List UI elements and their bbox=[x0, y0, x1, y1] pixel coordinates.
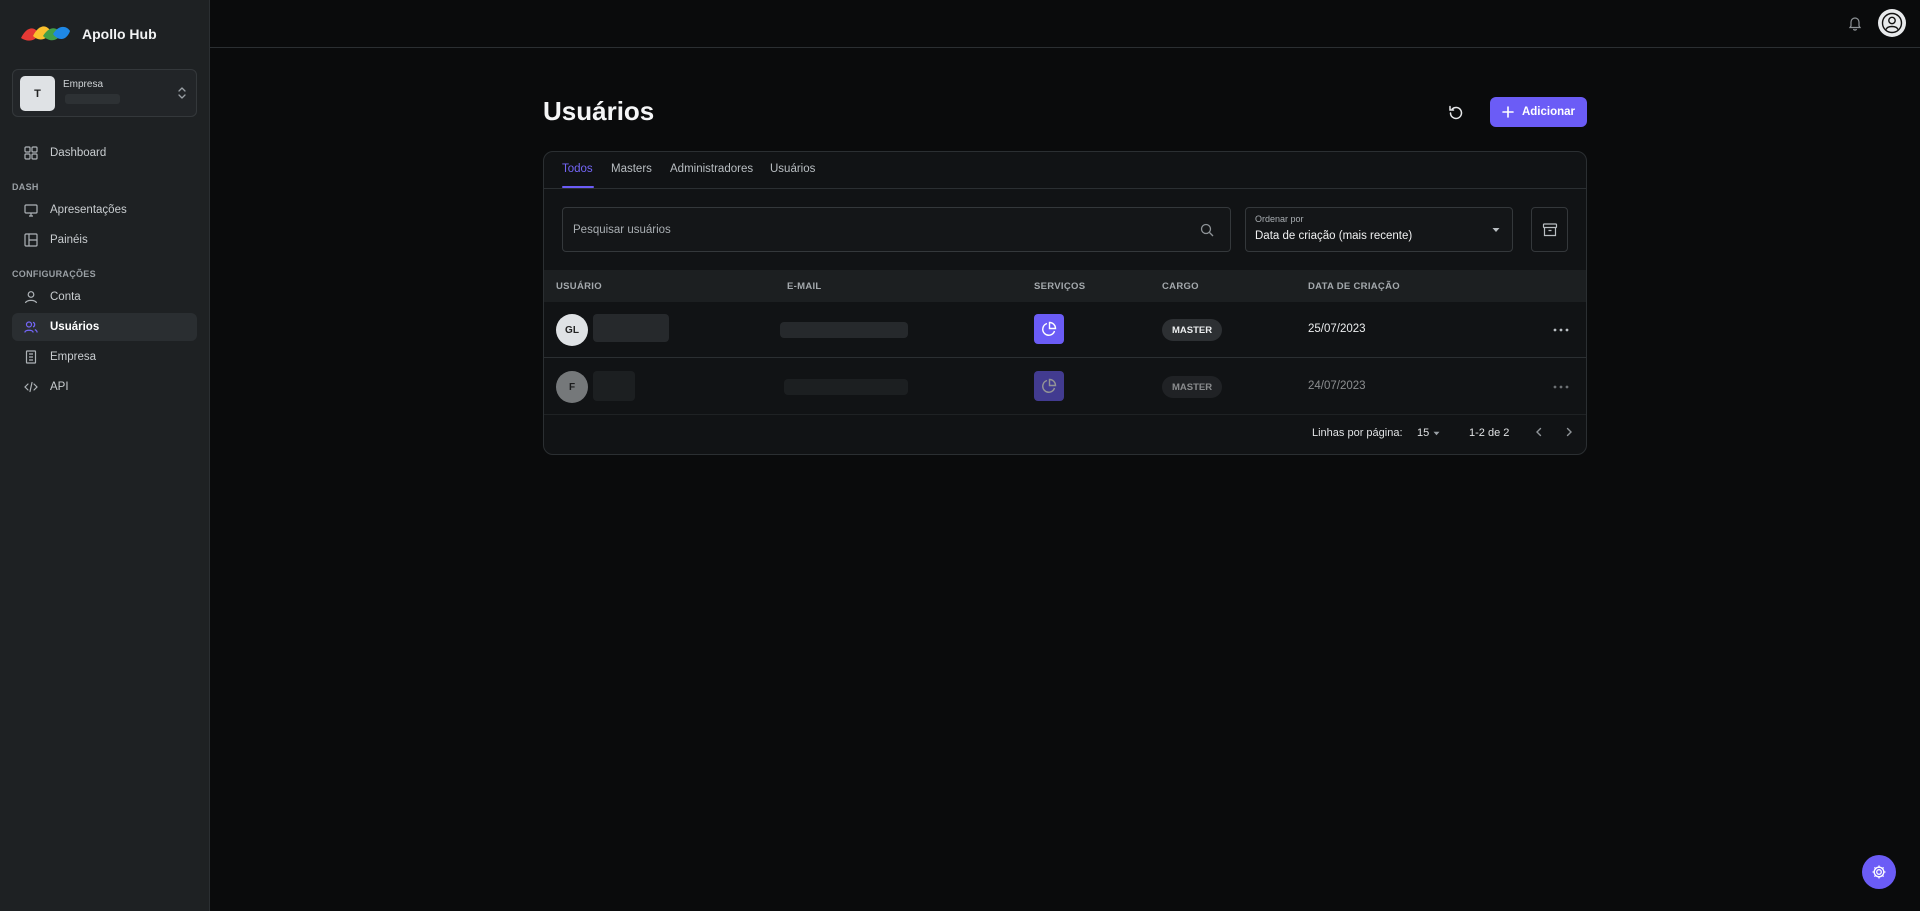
col-data-criacao: DATA DE CRIAÇÃO bbox=[1308, 281, 1400, 292]
tab-usuarios[interactable]: Usuários bbox=[770, 163, 815, 175]
role-badge: MASTER bbox=[1162, 319, 1223, 341]
chevron-up-down-icon bbox=[178, 87, 186, 99]
company-name-redacted bbox=[65, 94, 120, 104]
search-input[interactable] bbox=[563, 208, 1230, 251]
sort-select[interactable]: Ordenar por Data de criação (mais recent… bbox=[1245, 207, 1513, 252]
page-title: Usuários bbox=[543, 96, 655, 126]
sort-label: Ordenar por bbox=[1255, 214, 1304, 224]
email-redacted bbox=[784, 379, 908, 395]
sidebar-item-usuarios[interactable]: Usuários bbox=[12, 313, 197, 341]
sidebar: Apollo Hub T Empresa Dashboard DASH Apre… bbox=[0, 0, 210, 911]
row-menu-button[interactable] bbox=[1553, 322, 1569, 338]
tabs: Todos Masters Administradores Usuários bbox=[544, 152, 1586, 189]
apollo-logo-icon bbox=[21, 26, 70, 41]
code-icon bbox=[24, 381, 38, 393]
user-name-redacted bbox=[593, 371, 635, 401]
gear-icon bbox=[1872, 865, 1886, 879]
col-servicos: SERVIÇOS bbox=[1034, 281, 1086, 292]
sidebar-item-label: Empresa bbox=[50, 351, 97, 363]
chevron-right-icon[interactable] bbox=[1563, 426, 1575, 438]
add-user-button[interactable]: Adicionar bbox=[1490, 97, 1587, 127]
sidebar-item-label: API bbox=[50, 381, 69, 393]
sidebar-item-label: Usuários bbox=[50, 321, 100, 333]
more-horizontal-icon bbox=[1553, 328, 1569, 332]
col-usuario: USUÁRIO bbox=[556, 281, 602, 292]
sidebar-item-paineis[interactable]: Painéis bbox=[12, 226, 197, 254]
refresh-button[interactable] bbox=[1444, 101, 1468, 125]
sidebar-item-label: Dashboard bbox=[50, 147, 107, 159]
table-row[interactable]: F MASTER 24/07/2023 bbox=[544, 359, 1586, 415]
pie-chart-icon bbox=[1042, 321, 1057, 336]
sidebar-item-dashboard[interactable]: Dashboard bbox=[12, 139, 197, 167]
user-avatar-initials: GL bbox=[556, 314, 588, 346]
rows-per-page-label: Linhas por página: bbox=[1312, 427, 1403, 439]
col-email: E-MAIL bbox=[787, 281, 822, 292]
pagination: Linhas por página: 15 1-2 de 2 bbox=[544, 414, 1586, 454]
sidebar-item-label: Conta bbox=[50, 291, 81, 303]
add-button-label: Adicionar bbox=[1521, 106, 1576, 118]
topbar bbox=[210, 0, 1920, 48]
user-avatar-initials: F bbox=[556, 371, 588, 403]
service-button[interactable] bbox=[1034, 314, 1064, 344]
caret-down-icon bbox=[1492, 228, 1500, 232]
page-range: 1-2 de 2 bbox=[1469, 427, 1510, 439]
company-selector[interactable]: T Empresa bbox=[12, 69, 197, 117]
sort-value: Data de criação (mais recente) bbox=[1255, 230, 1413, 242]
settings-fab[interactable] bbox=[1862, 855, 1896, 889]
row-menu-button[interactable] bbox=[1553, 379, 1569, 395]
sidebar-item-label: Painéis bbox=[50, 234, 88, 246]
sidebar-item-empresa[interactable]: Empresa bbox=[12, 343, 197, 371]
app-name: Apollo Hub bbox=[82, 26, 157, 42]
sidebar-item-apresentacoes[interactable]: Apresentações bbox=[12, 196, 197, 224]
service-button[interactable] bbox=[1034, 371, 1064, 401]
user-name-redacted bbox=[593, 314, 669, 342]
company-label: Empresa bbox=[63, 79, 104, 90]
tab-todos[interactable]: Todos bbox=[562, 163, 593, 175]
grid-icon bbox=[24, 146, 38, 160]
pie-chart-icon bbox=[1042, 378, 1057, 393]
users-card: Todos Masters Administradores Usuários O… bbox=[543, 151, 1587, 455]
role-badge: MASTER bbox=[1162, 376, 1223, 398]
search-field[interactable] bbox=[562, 207, 1231, 252]
col-cargo: CARGO bbox=[1162, 281, 1199, 292]
created-date: 25/07/2023 bbox=[1308, 323, 1366, 335]
table-header: USUÁRIO E-MAIL SERVIÇOS CARGO DATA DE CR… bbox=[544, 270, 1586, 302]
user-circle-icon bbox=[1881, 12, 1903, 34]
created-date: 24/07/2023 bbox=[1308, 380, 1366, 392]
rows-per-page-select[interactable]: 15 bbox=[1417, 427, 1429, 439]
table-row[interactable]: GL MASTER 25/07/2023 bbox=[544, 302, 1586, 358]
monitor-icon bbox=[24, 204, 38, 217]
sidebar-item-conta[interactable]: Conta bbox=[12, 283, 197, 311]
brand[interactable]: Apollo Hub bbox=[19, 22, 157, 46]
more-horizontal-icon bbox=[1553, 385, 1569, 389]
email-redacted bbox=[780, 322, 908, 338]
tab-active-indicator bbox=[562, 186, 594, 188]
sidebar-item-label: Apresentações bbox=[50, 204, 127, 216]
layout-icon bbox=[24, 233, 38, 247]
nav-section-dash: DASH bbox=[12, 182, 39, 192]
search-icon bbox=[1200, 223, 1214, 237]
plus-icon bbox=[1502, 106, 1514, 118]
user-avatar[interactable] bbox=[1878, 9, 1906, 37]
archive-button[interactable] bbox=[1531, 207, 1568, 252]
company-avatar: T bbox=[20, 76, 55, 111]
chevron-left-icon[interactable] bbox=[1533, 426, 1545, 438]
nav-section-configuracoes: CONFIGURAÇÕES bbox=[12, 269, 96, 279]
archive-icon bbox=[1542, 222, 1557, 236]
caret-down-icon bbox=[1433, 431, 1440, 436]
tab-masters[interactable]: Masters bbox=[611, 163, 652, 175]
sidebar-item-api[interactable]: API bbox=[12, 373, 197, 401]
bell-icon[interactable] bbox=[1847, 15, 1863, 31]
building-icon bbox=[25, 350, 37, 364]
user-icon bbox=[24, 291, 38, 304]
users-icon bbox=[24, 321, 38, 333]
tab-administradores[interactable]: Administradores bbox=[670, 163, 753, 175]
refresh-icon bbox=[1449, 105, 1463, 120]
